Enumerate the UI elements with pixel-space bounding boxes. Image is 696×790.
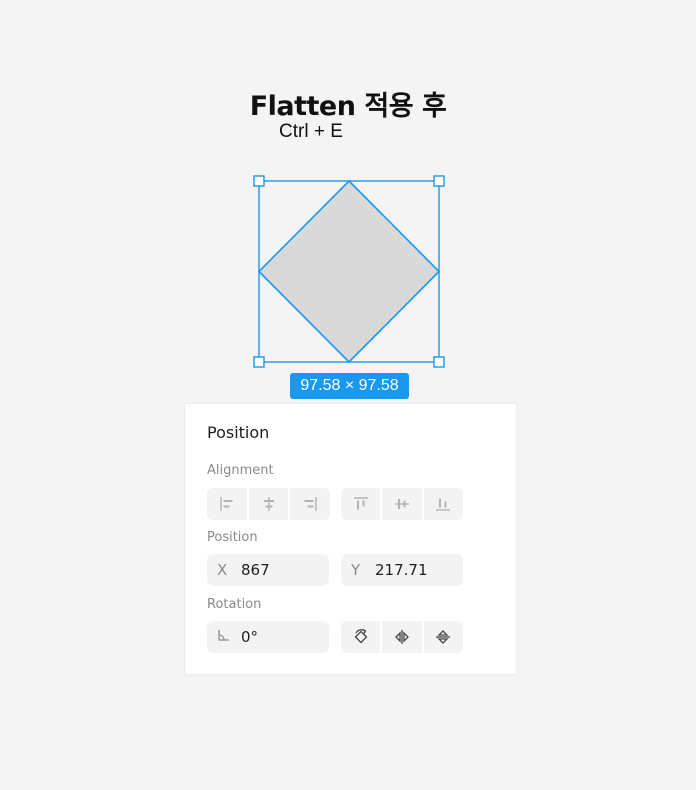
- transform-group: [341, 621, 463, 653]
- align-left-button[interactable]: [207, 488, 249, 520]
- selected-shape-canvas[interactable]: [248, 170, 450, 372]
- align-bottom-button[interactable]: [424, 488, 463, 520]
- rotation-value[interactable]: 0°: [241, 628, 258, 646]
- align-right-button[interactable]: [290, 488, 330, 520]
- resize-handle-top-left[interactable]: [253, 175, 265, 187]
- horizontal-alignment-group: [207, 488, 330, 520]
- x-position-field[interactable]: X 867: [207, 554, 329, 586]
- flip-horizontal-button[interactable]: [382, 621, 424, 653]
- resize-handle-bottom-left[interactable]: [253, 356, 265, 368]
- resize-handle-bottom-right[interactable]: [433, 356, 445, 368]
- align-top-icon: [353, 497, 368, 510]
- align-bottom-icon: [436, 498, 451, 511]
- page-title: Flatten 적용 후: [249, 91, 447, 122]
- rotate-90-icon: [354, 628, 368, 644]
- rotate-90-button[interactable]: [341, 621, 383, 653]
- y-value[interactable]: 217.71: [375, 561, 428, 579]
- alignment-label: Alignment: [207, 463, 274, 478]
- align-horizontal-center-button[interactable]: [249, 488, 291, 520]
- align-left-icon: [220, 497, 233, 511]
- position-label: Position: [207, 530, 258, 545]
- flattened-diamond-shape[interactable]: [257, 179, 441, 364]
- rotation-field[interactable]: 0°: [207, 621, 329, 653]
- position-panel: Position Alignment Position X 867 Y 217.…: [184, 403, 517, 675]
- y-label: Y: [351, 561, 361, 579]
- dimensions-badge: 97.58 × 97.58: [290, 373, 409, 399]
- flip-vertical-icon: [436, 630, 451, 644]
- align-top-button[interactable]: [341, 488, 383, 520]
- rotation-label: Rotation: [207, 597, 262, 612]
- align-vertical-center-button[interactable]: [382, 488, 424, 520]
- y-position-field[interactable]: Y 217.71: [341, 554, 463, 586]
- resize-handle-top-right[interactable]: [433, 175, 445, 187]
- align-vertical-center-icon: [394, 499, 409, 509]
- shortcut-hint: Ctrl + E: [279, 121, 343, 142]
- flip-vertical-button[interactable]: [424, 621, 463, 653]
- vertical-alignment-group: [341, 488, 463, 520]
- align-right-icon: [304, 497, 317, 511]
- align-horizontal-center-icon: [263, 497, 274, 511]
- x-value[interactable]: 867: [241, 561, 270, 579]
- panel-title: Position: [207, 423, 270, 442]
- angle-icon: [217, 628, 241, 646]
- flip-horizontal-icon: [395, 630, 409, 644]
- x-label: X: [217, 561, 228, 579]
